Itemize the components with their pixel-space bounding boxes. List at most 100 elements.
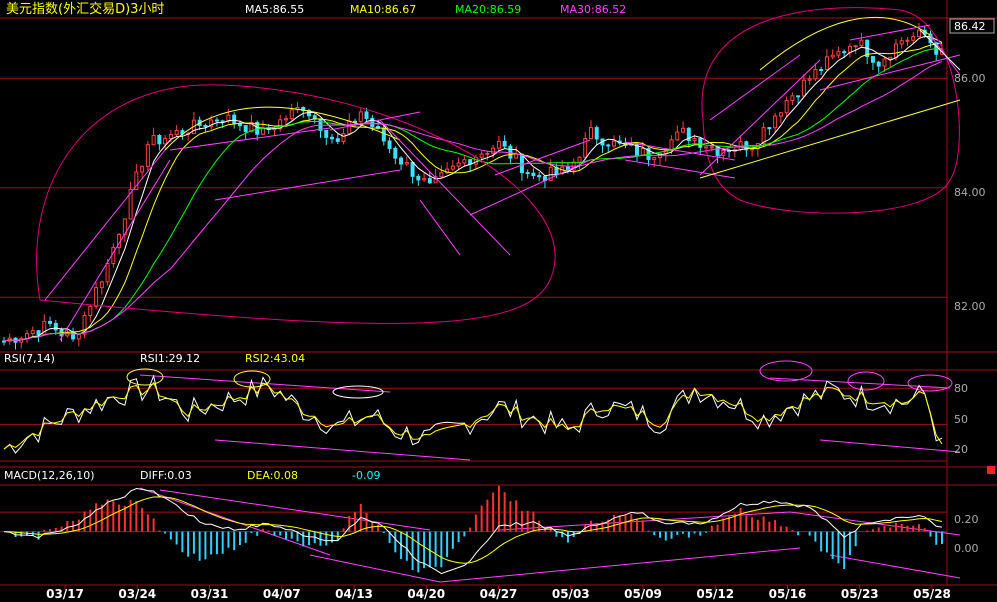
rsi-title: RSI(7,14) — [4, 352, 55, 365]
candle-body — [485, 152, 490, 155]
candle-body — [456, 162, 461, 167]
candle-body — [416, 175, 421, 181]
macd-tick-020: 0.20 — [954, 513, 979, 526]
candle-body — [48, 320, 53, 324]
candle-body — [496, 140, 501, 149]
candle-body — [790, 95, 795, 101]
candle-body — [439, 172, 444, 178]
x-tick-label: 03/24 — [118, 587, 156, 601]
candle-body — [876, 61, 881, 67]
rsi-tick-20: 20 — [954, 443, 968, 456]
candle-body — [508, 145, 513, 159]
candle-body — [767, 127, 772, 130]
candle-body — [905, 39, 910, 42]
candle-body — [387, 140, 392, 149]
candle-body — [145, 144, 150, 167]
candle-body — [893, 43, 898, 58]
candle-body — [479, 153, 484, 158]
candle-body — [381, 127, 386, 142]
candle-body — [761, 127, 766, 144]
candle-body — [289, 109, 294, 120]
x-tick-label: 03/31 — [191, 587, 229, 601]
candle-body — [807, 78, 812, 81]
candle-body — [531, 172, 536, 177]
macd-tick-000: 0.00 — [954, 542, 979, 555]
candle-body — [335, 138, 340, 142]
candle-body — [577, 156, 582, 163]
candle-body — [813, 68, 818, 80]
candle-body — [819, 68, 824, 71]
x-tick-label: 04/07 — [263, 587, 301, 601]
candle-body — [140, 165, 145, 173]
candle-body — [859, 39, 864, 47]
candle-body — [611, 140, 616, 147]
x-tick-label: 03/17 — [46, 587, 84, 601]
candle-body — [916, 29, 921, 38]
candle-body — [283, 118, 288, 121]
candle-body — [698, 138, 703, 148]
last-price-label: 86.42 — [954, 20, 986, 33]
candle-body — [393, 147, 398, 159]
candle-body — [640, 148, 645, 156]
marker-square — [987, 466, 995, 474]
candle-body — [203, 125, 208, 128]
candle-body — [404, 162, 409, 165]
candle-body — [53, 322, 58, 331]
candle-body — [243, 125, 248, 133]
candle-body — [347, 120, 352, 135]
x-tick-label: 05/23 — [841, 587, 879, 601]
candle-body — [105, 263, 110, 283]
chart-canvas: 美元指数(外汇交易D)3小时 MA5:86.55 MA10:86.67 MA20… — [0, 0, 997, 602]
candle-body — [163, 137, 168, 145]
candle-body — [358, 111, 363, 123]
x-tick-label: 05/16 — [769, 587, 807, 601]
x-tick-label: 04/13 — [335, 587, 373, 601]
candle-body — [692, 138, 697, 142]
candle-body — [911, 36, 916, 41]
candle-body — [462, 159, 467, 164]
candle-body — [220, 120, 225, 123]
dea-label: DEA:0.08 — [247, 469, 298, 482]
candle-body — [410, 162, 415, 177]
candle-body — [778, 112, 783, 117]
candle-body — [232, 114, 237, 124]
candle-body — [824, 56, 829, 70]
candle-body — [25, 333, 30, 339]
candle-body — [652, 157, 657, 160]
candle-body — [899, 40, 904, 45]
x-tick-label: 04/20 — [407, 587, 445, 601]
x-tick-label: 05/28 — [913, 587, 951, 601]
legend-ma20: MA20:86.59 — [455, 3, 521, 16]
y-tick-86: 86.00 — [954, 72, 986, 85]
candle-body — [870, 56, 875, 63]
candle-body — [214, 119, 219, 122]
legend-ma10: MA10:86.67 — [350, 3, 416, 16]
candle-body — [715, 146, 720, 156]
candle-body — [801, 79, 806, 97]
candle-body — [174, 130, 179, 135]
candle-body — [842, 51, 847, 54]
candle-body — [514, 153, 519, 159]
candle-body — [606, 144, 611, 147]
candle-body — [36, 330, 41, 335]
candle-body — [330, 136, 335, 140]
rsi-tick-50: 50 — [954, 413, 968, 426]
candle-body — [341, 133, 346, 142]
candle-body — [450, 165, 455, 170]
candle-body — [491, 147, 496, 154]
candle-body — [422, 178, 427, 181]
candle-body — [364, 111, 369, 119]
candle-body — [157, 135, 162, 145]
candle-body — [847, 45, 852, 53]
candle-body — [675, 131, 680, 141]
x-tick-label: 05/12 — [696, 587, 734, 601]
legend-ma30: MA30:86.52 — [560, 3, 626, 16]
macd-title: MACD(12,26,10) — [4, 469, 95, 482]
candle-body — [111, 246, 116, 265]
x-tick-label: 05/09 — [624, 587, 662, 601]
x-tick-label: 04/27 — [480, 587, 518, 601]
rsi2-label: RSI2:43.04 — [245, 352, 305, 365]
x-tick-label: 05/03 — [552, 587, 590, 601]
candle-body — [30, 330, 35, 335]
candle-body — [399, 157, 404, 165]
